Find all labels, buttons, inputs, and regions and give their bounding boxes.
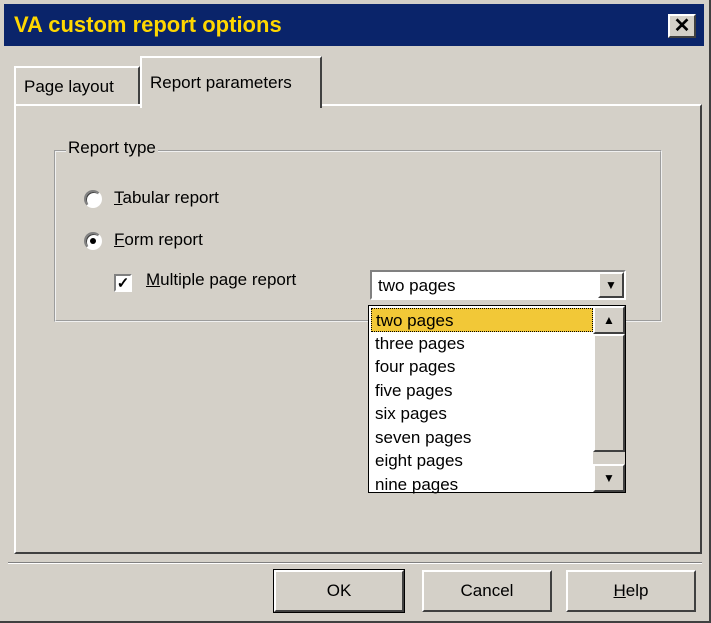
list-item-three-pages[interactable]: three pages [371,332,593,356]
footer-divider [8,562,702,564]
dialog-window: VA custom report options ✕ Page layout R… [0,0,711,623]
tab-label: Page layout [24,77,114,96]
scroll-up-button[interactable]: ▲ [593,306,625,334]
dropdown-scrollbar[interactable]: ▲ ▼ [593,306,625,492]
tab-report-parameters[interactable]: Report parameters [140,56,322,108]
scroll-down-button[interactable]: ▼ [593,464,625,492]
help-label: Help [613,581,649,600]
pages-dropdown-list: two pages three pages four pages five pa… [368,305,626,496]
form-report-radio[interactable] [84,232,102,250]
combo-dropdown-button[interactable]: ▼ [598,272,624,298]
cancel-label: Cancel [460,581,514,600]
list-item-two-pages[interactable]: two pages [371,308,593,332]
title-bar[interactable]: VA custom report options ✕ [4,4,704,46]
tabular-report-label[interactable]: Tabular report [114,188,219,208]
multiple-page-label[interactable]: Multiple page report [146,270,296,290]
tab-page-layout[interactable]: Page layout [14,66,140,106]
close-button[interactable]: ✕ [668,14,696,38]
tabular-report-radio[interactable] [84,190,102,208]
form-report-label[interactable]: Form report [114,230,203,250]
check-icon: ✓ [116,274,130,292]
help-button[interactable]: Help [566,570,696,612]
tab-label: Report parameters [150,73,292,92]
list-item-nine-pages[interactable]: nine pages [371,473,593,497]
ok-button[interactable]: OK [273,569,405,613]
scroll-down-icon: ▼ [603,471,615,485]
ok-label: OK [326,581,352,600]
scroll-up-icon: ▲ [603,313,615,327]
list-item-five-pages[interactable]: five pages [371,379,593,403]
combo-value: two pages [378,276,456,295]
list-item-eight-pages[interactable]: eight pages [371,449,593,473]
list-item-six-pages[interactable]: six pages [371,402,593,426]
scroll-thumb[interactable] [593,334,625,452]
radio-selected-dot [90,238,96,244]
multiple-page-checkbox[interactable]: ✓ [114,274,132,292]
window-title: VA custom report options [14,12,282,37]
chevron-down-icon: ▼ [605,278,617,292]
close-icon: ✕ [673,15,691,37]
list-item-seven-pages[interactable]: seven pages [371,426,593,450]
dropdown-items: two pages three pages four pages five pa… [371,308,593,496]
list-item-four-pages[interactable]: four pages [371,355,593,379]
report-type-label: Report type [66,138,158,158]
pages-combobox[interactable]: two pages ▼ [370,270,626,300]
cancel-button[interactable]: Cancel [422,570,552,612]
